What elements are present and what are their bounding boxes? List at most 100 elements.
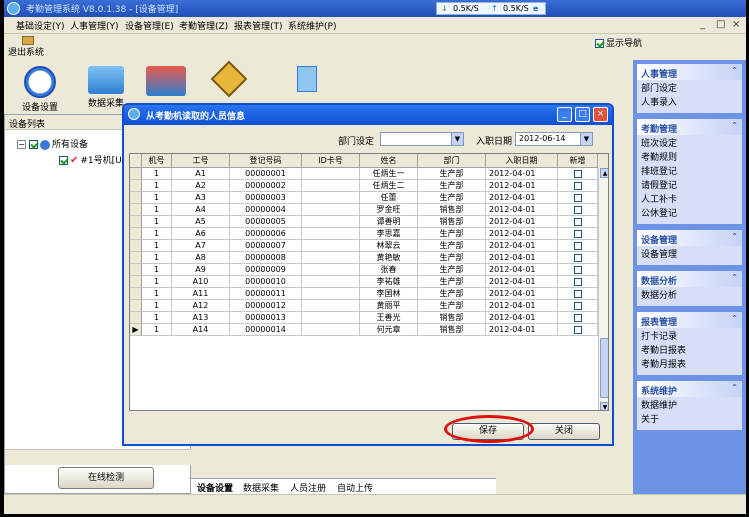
table-row[interactable]: ▶ 1 A14 00000014 何元章 销售部 2012-04-01	[130, 324, 608, 336]
cell-register-no[interactable]: 00000003	[230, 192, 302, 204]
table-row[interactable]: 1 A9 00000009 张春 生产部 2012-04-01	[130, 264, 608, 276]
cell-machine-no[interactable]: 1	[142, 312, 172, 324]
col-name[interactable]: 姓名	[360, 154, 418, 168]
cell-department[interactable]: 销售部	[418, 216, 486, 228]
nav-group-title[interactable]: 数据分析 ⌃	[637, 271, 742, 287]
nav-item-data-maintenance[interactable]: 数据维护	[641, 399, 738, 413]
nav-item-dept-setting[interactable]: 部门设定	[641, 82, 738, 96]
table-row[interactable]: 1 A8 00000008 黄艳敏 生产部 2012-04-01	[130, 252, 608, 264]
exit-tool-button[interactable]	[297, 66, 317, 94]
cell-department[interactable]: 生产部	[418, 252, 486, 264]
table-row[interactable]: 1 A4 00000004 罗金旺 销售部 2012-04-01	[130, 204, 608, 216]
cell-name[interactable]: 黄丽平	[360, 300, 418, 312]
table-row[interactable]: 1 A11 00000011 李国林 生产部 2012-04-01	[130, 288, 608, 300]
tab-device-settings[interactable]: 设备设置	[197, 481, 233, 494]
menu-attendance[interactable]: 考勤管理(Z)	[179, 19, 228, 32]
new-checkbox[interactable]	[573, 217, 582, 226]
cell-register-no[interactable]: 00000014	[230, 324, 302, 336]
nav-item-shift[interactable]: 班次设定	[641, 137, 738, 151]
new-checkbox[interactable]	[573, 313, 582, 322]
cell-name[interactable]: 李思嘉	[360, 228, 418, 240]
close-button[interactable]: 关闭	[528, 423, 600, 440]
nav-item-punch-records[interactable]: 打卡记录	[641, 330, 738, 344]
table-row[interactable]: 1 A13 00000013 王善光 销售部 2012-04-01	[130, 312, 608, 324]
col-machine-no[interactable]: 机号	[142, 154, 172, 168]
cell-employee-no[interactable]: A6	[172, 228, 230, 240]
new-checkbox[interactable]	[573, 169, 582, 178]
scroll-up-icon[interactable]: ▲	[600, 168, 608, 178]
cell-machine-no[interactable]: 1	[142, 300, 172, 312]
col-department[interactable]: 部门	[418, 154, 486, 168]
cell-id-card[interactable]	[302, 240, 360, 252]
cell-machine-no[interactable]: 1	[142, 228, 172, 240]
maximize-icon[interactable]: □	[575, 107, 590, 122]
cell-employee-no[interactable]: A7	[172, 240, 230, 252]
nav-item-rules[interactable]: 考勤规则	[641, 151, 738, 165]
cell-name[interactable]: 李国林	[360, 288, 418, 300]
cell-department[interactable]: 销售部	[418, 312, 486, 324]
cell-machine-no[interactable]: 1	[142, 180, 172, 192]
cell-join-date[interactable]: 2012-04-01	[486, 216, 558, 228]
scroll-down-icon[interactable]: ▼	[600, 402, 608, 410]
nav-item-monthly-report[interactable]: 考勤月报表	[641, 358, 738, 372]
new-checkbox[interactable]	[573, 193, 582, 202]
new-checkbox[interactable]	[573, 289, 582, 298]
cell-department[interactable]: 生产部	[418, 180, 486, 192]
cell-employee-no[interactable]: A11	[172, 288, 230, 300]
row-indicator[interactable]	[130, 240, 142, 252]
row-indicator[interactable]	[130, 192, 142, 204]
nav-item-personnel-entry[interactable]: 人事录入	[641, 96, 738, 110]
cell-register-no[interactable]: 00000010	[230, 276, 302, 288]
cell-employee-no[interactable]: A5	[172, 216, 230, 228]
cell-register-no[interactable]: 00000005	[230, 216, 302, 228]
new-checkbox[interactable]	[573, 277, 582, 286]
cell-machine-no[interactable]: 1	[142, 288, 172, 300]
cell-id-card[interactable]	[302, 180, 360, 192]
show-nav-checkbox[interactable]: 显示导航	[595, 36, 642, 49]
nav-group-title[interactable]: 系统维护 ⌃	[637, 381, 742, 397]
checkbox-icon[interactable]	[59, 156, 68, 165]
checkbox-icon[interactable]	[29, 140, 38, 149]
cell-name[interactable]: 谭善明	[360, 216, 418, 228]
menu-basic-settings[interactable]: 基础设定(Y)	[16, 19, 65, 32]
cell-machine-no[interactable]: 1	[142, 252, 172, 264]
table-row[interactable]: 1 A1 00000001 任炳生一 生产部 2012-04-01	[130, 168, 608, 180]
left-scrollbar[interactable]	[5, 449, 192, 465]
cell-join-date[interactable]: 2012-04-01	[486, 240, 558, 252]
nav-item-holiday[interactable]: 公休登记	[641, 207, 738, 221]
row-indicator[interactable]	[130, 228, 142, 240]
new-checkbox[interactable]	[573, 241, 582, 250]
chevron-down-icon[interactable]: ▼	[451, 133, 463, 145]
cell-register-no[interactable]: 00000004	[230, 204, 302, 216]
row-indicator[interactable]: ▶	[130, 324, 142, 336]
chevron-up-icon[interactable]: ⌃	[731, 66, 738, 75]
cell-id-card[interactable]	[302, 192, 360, 204]
cell-register-no[interactable]: 00000013	[230, 312, 302, 324]
cell-name[interactable]: 罗金旺	[360, 204, 418, 216]
cell-name[interactable]: 何元章	[360, 324, 418, 336]
row-indicator[interactable]	[130, 312, 142, 324]
new-checkbox[interactable]	[573, 265, 582, 274]
device-settings-button[interactable]: 设备设置	[22, 66, 58, 113]
cell-employee-no[interactable]: A12	[172, 300, 230, 312]
cell-id-card[interactable]	[302, 264, 360, 276]
tab-auto-upload[interactable]: 自动上传	[337, 481, 373, 494]
auto-upload-button[interactable]	[210, 60, 248, 98]
close-icon[interactable]: ×	[732, 19, 740, 30]
cell-employee-no[interactable]: A4	[172, 204, 230, 216]
cell-department[interactable]: 生产部	[418, 288, 486, 300]
cell-join-date[interactable]: 2012-04-01	[486, 228, 558, 240]
cell-department[interactable]: 生产部	[418, 264, 486, 276]
cell-register-no[interactable]: 00000012	[230, 300, 302, 312]
row-indicator[interactable]	[130, 252, 142, 264]
cell-register-no[interactable]: 00000007	[230, 240, 302, 252]
cell-id-card[interactable]	[302, 312, 360, 324]
minimize-icon[interactable]: _	[700, 19, 705, 30]
nav-item-about[interactable]: 关于	[641, 413, 738, 427]
cell-name[interactable]: 王善光	[360, 312, 418, 324]
collapse-icon[interactable]: −	[17, 140, 26, 149]
menu-system[interactable]: 系统维护(P)	[288, 19, 336, 32]
cell-id-card[interactable]	[302, 204, 360, 216]
cell-join-date[interactable]: 2012-04-01	[486, 276, 558, 288]
cell-machine-no[interactable]: 1	[142, 168, 172, 180]
